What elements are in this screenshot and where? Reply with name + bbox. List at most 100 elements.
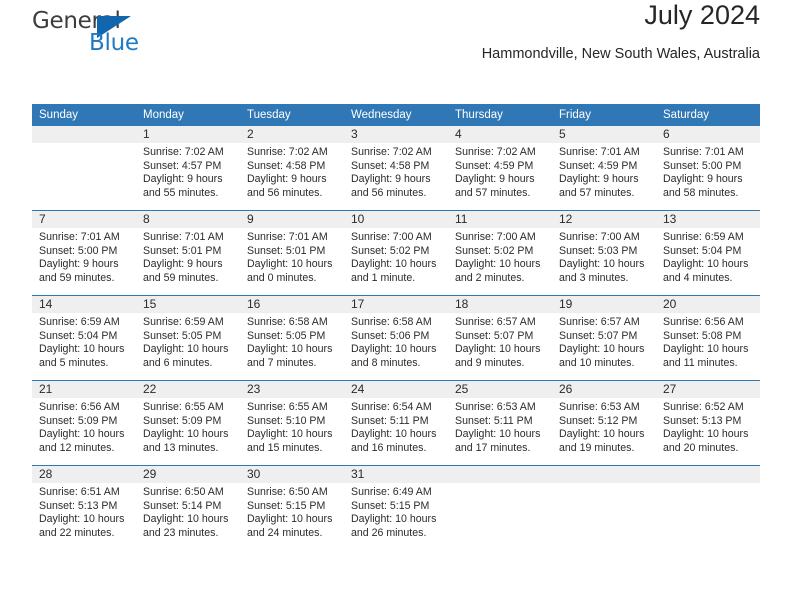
day-cell-content: 24 Sunrise: 6:54 AM Sunset: 5:11 PM Dayligh… [344, 381, 448, 465]
calendar-day-cell[interactable]: 22 Sunrise: 6:55 AM Sunset: 5:09 PM Dayligh… [136, 380, 240, 466]
calendar-day-cell[interactable]: 11 Sunrise: 7:00 AM Sunset: 5:02 PM Dayligh… [448, 210, 552, 296]
day-cell-content: 5 Sunrise: 7:01 AM Sunset: 4:59 PM Daylight… [552, 126, 656, 210]
calendar-day-cell[interactable]: 14 Sunrise: 6:59 AM Sunset: 5:04 PM Dayligh… [32, 295, 136, 381]
calendar-day-cell[interactable]: 1 Sunrise: 7:02 AM Sunset: 4:57 PM Daylight… [136, 126, 240, 211]
calendar-day-cell[interactable]: 30 Sunrise: 6:50 AM Sunset: 5:15 PM Dayligh… [240, 465, 344, 550]
day-cell-content: 14 Sunrise: 6:59 AM Sunset: 5:04 PM Dayligh… [32, 296, 136, 380]
day-cell-content [656, 466, 760, 550]
calendar-day-cell[interactable]: 4 Sunrise: 7:02 AM Sunset: 4:59 PM Daylight… [448, 126, 552, 211]
day-details: Sunrise: 6:57 AM Sunset: 5:07 PM Daylight:… [552, 313, 656, 370]
day-cell-content: 28 Sunrise: 6:51 AM Sunset: 5:13 PM Dayligh… [32, 466, 136, 550]
daylight-duration-line2: and 56 minutes. [351, 186, 427, 199]
calendar-day-cell[interactable]: 10 Sunrise: 7:00 AM Sunset: 5:02 PM Dayligh… [344, 210, 448, 296]
sunrise-time: Sunrise: 6:50 AM [247, 486, 328, 498]
day-details: Sunrise: 6:49 AM Sunset: 5:15 PM Daylight:… [344, 483, 448, 540]
calendar-day-cell[interactable]: 17 Sunrise: 6:58 AM Sunset: 5:06 PM Dayligh… [344, 295, 448, 381]
calendar-day-cell[interactable]: 29 Sunrise: 6:50 AM Sunset: 5:14 PM Dayligh… [136, 465, 240, 550]
calendar-day-cell[interactable]: 21 Sunrise: 6:56 AM Sunset: 5:09 PM Dayligh… [32, 380, 136, 466]
day-number: 18 [448, 296, 552, 313]
day-number: 25 [448, 381, 552, 398]
calendar-day-cell[interactable]: 13 Sunrise: 6:59 AM Sunset: 5:04 PM Dayligh… [656, 210, 760, 296]
sunrise-time: Sunrise: 7:00 AM [559, 231, 640, 243]
calendar-day-cell[interactable]: 26 Sunrise: 6:53 AM Sunset: 5:12 PM Dayligh… [552, 380, 656, 466]
calendar-day-cell[interactable]: 3 Sunrise: 7:02 AM Sunset: 4:58 PM Daylight… [344, 126, 448, 211]
calendar-day-cell[interactable]: 19 Sunrise: 6:57 AM Sunset: 5:07 PM Dayligh… [552, 295, 656, 381]
day-details [32, 143, 136, 146]
calendar-day-cell[interactable]: 18 Sunrise: 6:57 AM Sunset: 5:07 PM Dayligh… [448, 295, 552, 381]
daylight-duration-line2: and 22 minutes. [39, 526, 115, 539]
sunset-time: Sunset: 5:00 PM [39, 244, 118, 257]
calendar-day-cell[interactable]: 15 Sunrise: 6:59 AM Sunset: 5:05 PM Dayligh… [136, 295, 240, 381]
daylight-duration-line1: Daylight: 9 hours [247, 173, 327, 186]
calendar-week-row: 28 Sunrise: 6:51 AM Sunset: 5:13 PM Dayligh… [32, 465, 760, 550]
day-cell-content: 11 Sunrise: 7:00 AM Sunset: 5:02 PM Dayligh… [448, 211, 552, 295]
sunset-time: Sunset: 4:59 PM [455, 159, 534, 172]
day-details: Sunrise: 6:51 AM Sunset: 5:13 PM Daylight:… [32, 483, 136, 540]
calendar-day-cell[interactable]: 23 Sunrise: 6:55 AM Sunset: 5:10 PM Dayligh… [240, 380, 344, 466]
day-details [448, 483, 552, 486]
sunset-time: Sunset: 5:05 PM [143, 329, 222, 342]
calendar-day-cell[interactable]: 24 Sunrise: 6:54 AM Sunset: 5:11 PM Dayligh… [344, 380, 448, 466]
day-details: Sunrise: 6:56 AM Sunset: 5:08 PM Daylight:… [656, 313, 760, 370]
sunset-time: Sunset: 4:57 PM [143, 159, 222, 172]
daylight-duration-line2: and 20 minutes. [663, 441, 739, 454]
calendar-week-row: 7 Sunrise: 7:01 AM Sunset: 5:00 PM Daylight… [32, 210, 760, 296]
sunrise-time: Sunrise: 6:53 AM [559, 401, 640, 413]
day-details: Sunrise: 7:01 AM Sunset: 5:00 PM Daylight:… [32, 228, 136, 285]
sunset-time: Sunset: 4:59 PM [559, 159, 638, 172]
daylight-duration-line1: Daylight: 10 hours [39, 513, 125, 526]
daylight-duration-line2: and 8 minutes. [351, 356, 421, 369]
sunrise-time: Sunrise: 7:01 AM [663, 146, 744, 158]
calendar-day-cell[interactable]: 12 Sunrise: 7:00 AM Sunset: 5:03 PM Dayligh… [552, 210, 656, 296]
calendar-day-cell[interactable]: 16 Sunrise: 6:58 AM Sunset: 5:05 PM Dayligh… [240, 295, 344, 381]
calendar-week-row: 21 Sunrise: 6:56 AM Sunset: 5:09 PM Dayligh… [32, 380, 760, 466]
day-number [656, 466, 760, 483]
logo-text-blue: Blue [89, 30, 139, 56]
calendar-day-cell[interactable]: 6 Sunrise: 7:01 AM Sunset: 5:00 PM Daylight… [656, 126, 760, 211]
day-number: 17 [344, 296, 448, 313]
calendar-day-cell[interactable]: 7 Sunrise: 7:01 AM Sunset: 5:00 PM Daylight… [32, 210, 136, 296]
calendar-day-cell[interactable]: 5 Sunrise: 7:01 AM Sunset: 4:59 PM Daylight… [552, 126, 656, 211]
day-cell-content: 9 Sunrise: 7:01 AM Sunset: 5:01 PM Daylight… [240, 211, 344, 295]
day-number: 13 [656, 211, 760, 228]
sunrise-time: Sunrise: 6:50 AM [143, 486, 224, 498]
day-details: Sunrise: 7:01 AM Sunset: 4:59 PM Daylight:… [552, 143, 656, 200]
sunrise-time: Sunrise: 7:00 AM [351, 231, 432, 243]
daylight-duration-line1: Daylight: 10 hours [247, 513, 333, 526]
daylight-duration-line1: Daylight: 10 hours [143, 343, 229, 356]
calendar-day-cell[interactable]: 2 Sunrise: 7:02 AM Sunset: 4:58 PM Daylight… [240, 126, 344, 211]
calendar-day-cell[interactable]: 20 Sunrise: 6:56 AM Sunset: 5:08 PM Dayligh… [656, 295, 760, 381]
day-cell-content: 19 Sunrise: 6:57 AM Sunset: 5:07 PM Dayligh… [552, 296, 656, 380]
sunset-time: Sunset: 5:02 PM [351, 244, 430, 257]
daylight-duration-line1: Daylight: 9 hours [351, 173, 431, 186]
calendar-day-cell[interactable]: 28 Sunrise: 6:51 AM Sunset: 5:13 PM Dayligh… [32, 465, 136, 550]
daylight-duration-line1: Daylight: 10 hours [143, 428, 229, 441]
calendar-day-cell[interactable]: 31 Sunrise: 6:49 AM Sunset: 5:15 PM Dayligh… [344, 465, 448, 550]
day-details: Sunrise: 6:52 AM Sunset: 5:13 PM Daylight:… [656, 398, 760, 455]
calendar-day-cell[interactable]: 27 Sunrise: 6:52 AM Sunset: 5:13 PM Dayligh… [656, 380, 760, 466]
calendar-header-row: Sunday Monday Tuesday Wednesday Thursday… [32, 104, 760, 126]
calendar-day-cell[interactable]: 8 Sunrise: 7:01 AM Sunset: 5:01 PM Daylight… [136, 210, 240, 296]
sunset-time: Sunset: 5:01 PM [247, 244, 326, 257]
sunset-time: Sunset: 5:08 PM [663, 329, 742, 342]
day-number: 10 [344, 211, 448, 228]
daylight-duration-line1: Daylight: 10 hours [351, 428, 437, 441]
day-number: 16 [240, 296, 344, 313]
day-cell-content: 17 Sunrise: 6:58 AM Sunset: 5:06 PM Dayligh… [344, 296, 448, 380]
daylight-duration-line1: Daylight: 9 hours [559, 173, 639, 186]
calendar-day-cell[interactable]: 25 Sunrise: 6:53 AM Sunset: 5:11 PM Dayligh… [448, 380, 552, 466]
day-cell-content [552, 466, 656, 550]
general-blue-logo[interactable]: General Blue [32, 8, 182, 66]
day-details: Sunrise: 6:57 AM Sunset: 5:07 PM Daylight:… [448, 313, 552, 370]
daylight-duration-line1: Daylight: 10 hours [39, 343, 125, 356]
daylight-duration-line1: Daylight: 10 hours [663, 343, 749, 356]
daylight-duration-line1: Daylight: 9 hours [143, 258, 223, 271]
daylight-duration-line2: and 55 minutes. [143, 186, 219, 199]
sunset-time: Sunset: 5:04 PM [39, 329, 118, 342]
daylight-duration-line2: and 1 minute. [351, 271, 416, 284]
sunrise-time: Sunrise: 7:00 AM [455, 231, 536, 243]
daylight-duration-line2: and 0 minutes. [247, 271, 317, 284]
daylight-duration-line1: Daylight: 9 hours [455, 173, 535, 186]
sunset-time: Sunset: 5:11 PM [351, 414, 429, 427]
calendar-day-cell[interactable]: 9 Sunrise: 7:01 AM Sunset: 5:01 PM Daylight… [240, 210, 344, 296]
